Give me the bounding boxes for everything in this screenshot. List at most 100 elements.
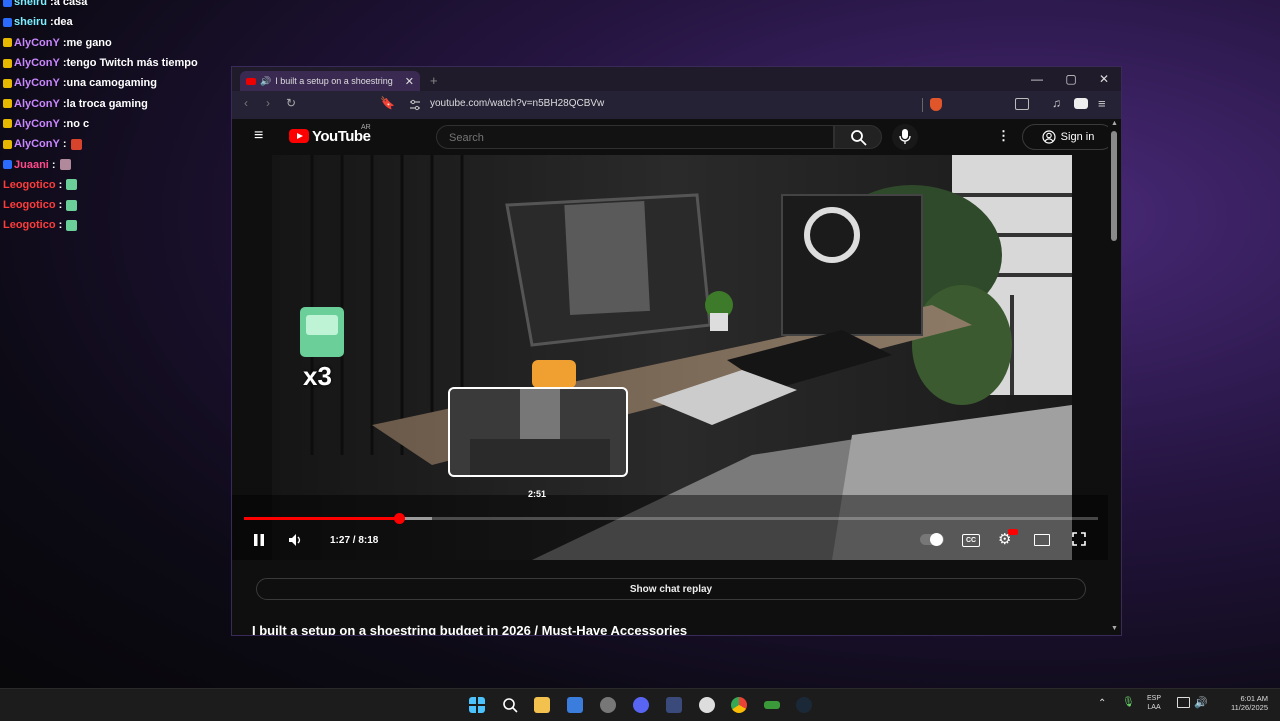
store-icon[interactable] <box>567 697 583 713</box>
start-button-icon[interactable] <box>469 697 485 713</box>
divider <box>922 98 923 112</box>
browser-tab-active[interactable]: 🔊 I built a setup on a shoestring ✕ <box>240 71 420 91</box>
maximize-button[interactable]: ▢ <box>1054 69 1088 89</box>
chat-username[interactable]: AlyConY <box>14 57 60 69</box>
chat-username[interactable]: Leogotico <box>3 179 56 191</box>
search-taskbar-icon[interactable] <box>502 697 518 713</box>
chat-badge-icon <box>3 160 12 170</box>
steam-icon[interactable] <box>796 697 812 713</box>
page-scrollbar[interactable]: ▲ ▼ <box>1108 119 1121 635</box>
forward-icon[interactable]: › <box>266 96 270 110</box>
scroll-down-icon[interactable]: ▼ <box>1111 625 1118 632</box>
bookmark-icon[interactable]: 🔖 <box>380 96 395 110</box>
chat-message: AlyConY: una camogaming <box>0 73 240 93</box>
captions-icon[interactable]: CC <box>962 534 980 547</box>
chat-message: Leogotico: <box>0 175 240 195</box>
menu-icon[interactable]: ≡ <box>1098 96 1106 111</box>
tray-overflow-icon[interactable]: ⌃ <box>1098 698 1106 709</box>
network-icon[interactable] <box>1177 697 1190 708</box>
tab-bar: 🔊 I built a setup on a shoestring ✕ + — … <box>232 67 1121 91</box>
more-options-icon[interactable]: ⋮ <box>997 128 1010 144</box>
chat-username[interactable]: Leogotico <box>3 199 56 211</box>
show-chat-replay-button[interactable]: Show chat replay <box>256 578 1086 600</box>
language-indicator[interactable]: ESP LAA <box>1147 694 1161 712</box>
chrome-icon[interactable] <box>731 697 747 713</box>
chat-message: AlyConY: me gano <box>0 33 240 53</box>
sidebar-toggle-icon[interactable] <box>1015 98 1029 110</box>
back-icon[interactable]: ‹ <box>244 96 248 110</box>
youtube-logo-icon[interactable] <box>289 129 309 143</box>
chat-separator: : <box>51 158 56 171</box>
chat-username[interactable]: Leogotico <box>3 219 56 231</box>
chat-username[interactable]: sheiru <box>14 0 47 8</box>
voice-search-button[interactable] <box>892 124 918 150</box>
chat-username[interactable]: AlyConY <box>14 98 60 110</box>
wallet-icon[interactable] <box>1074 98 1088 109</box>
file-explorer-icon[interactable] <box>534 697 550 713</box>
video-player[interactable]: x3 2:51 1:27 / 8:18 CC ⚙ <box>232 155 1108 560</box>
discord-icon[interactable] <box>633 697 649 713</box>
microphone-icon <box>899 129 911 144</box>
settings-taskbar-icon[interactable] <box>699 697 715 713</box>
chat-text: dea <box>53 16 73 29</box>
site-settings-icon[interactable] <box>409 99 421 111</box>
chat-overlay: sheiru: a casa sheiru: dea AlyConY: me gan… <box>0 0 240 236</box>
scroll-up-icon[interactable]: ▲ <box>1111 120 1118 127</box>
guide-menu-icon[interactable]: ≡ <box>254 127 263 145</box>
scroll-thumb[interactable] <box>1111 131 1117 241</box>
video-frame <box>232 155 1108 560</box>
theater-mode-icon[interactable] <box>1034 534 1050 546</box>
sign-in-button[interactable]: Sign in <box>1022 124 1114 150</box>
chat-badge-icon <box>3 119 12 129</box>
chat-username[interactable]: AlyConY <box>14 118 60 130</box>
chat-emote-icon <box>66 199 78 211</box>
search-input[interactable] <box>447 131 811 145</box>
chat-emote-icon <box>66 219 78 231</box>
fullscreen-icon[interactable] <box>1072 532 1086 546</box>
chat-separator: : <box>58 178 63 191</box>
speaker-icon[interactable]: 🔊 <box>260 76 271 87</box>
minimize-button[interactable]: — <box>1020 69 1054 89</box>
region-code: AR <box>361 124 371 131</box>
tab-title: I built a setup on a shoestring <box>275 76 393 86</box>
app-icon[interactable] <box>600 697 616 713</box>
taskbar: ⌃ 🎙 ESP LAA 🔊 6:01 AM 11/26/2025 <box>0 688 1280 721</box>
new-tab-button[interactable]: + <box>430 73 438 88</box>
chat-text: no c <box>66 117 90 130</box>
media-icon[interactable]: ♫ <box>1052 96 1061 110</box>
chat-badge-icon <box>3 78 12 88</box>
microphone-tray-icon[interactable]: 🎙 <box>1122 697 1135 708</box>
chat-message: sheiru: dea <box>0 12 240 32</box>
chat-text: tengo Twitch más tiempo <box>66 57 198 70</box>
chat-badge-icon <box>3 58 12 68</box>
progress-bar[interactable] <box>244 513 1098 524</box>
reload-icon[interactable]: ↻ <box>286 96 296 110</box>
chat-message: sheiru: a casa <box>0 0 240 12</box>
chat-username[interactable]: AlyConY <box>14 77 60 89</box>
chat-message: AlyConY: no c <box>0 114 240 134</box>
seek-preview-time: 2:51 <box>528 489 547 499</box>
bmo-emote-overlay <box>300 307 344 357</box>
search-button[interactable] <box>834 125 882 149</box>
chat-message: Leogotico: <box>0 215 240 235</box>
close-window-button[interactable]: ✕ <box>1087 69 1121 89</box>
chat-username[interactable]: Juaani <box>14 159 49 171</box>
tab-close-button[interactable]: ✕ <box>405 75 414 88</box>
brave-shield-icon[interactable] <box>930 98 942 111</box>
hd-badge <box>1008 529 1018 535</box>
volume-tray-icon[interactable]: 🔊 <box>1194 696 1208 709</box>
clock[interactable]: 6:01 AM 11/26/2025 <box>1214 694 1268 712</box>
autoplay-toggle[interactable] <box>920 533 944 546</box>
clock-time: 6:01 AM <box>1240 694 1268 703</box>
brave-browser-icon[interactable] <box>666 697 682 713</box>
chat-username[interactable]: AlyConY <box>14 37 60 49</box>
pause-icon[interactable] <box>252 533 266 547</box>
chat-text: a casa <box>53 0 88 9</box>
url-field[interactable]: youtube.com/watch?v=n5BH28QCBVw <box>430 98 604 109</box>
app-green-icon[interactable] <box>764 701 780 709</box>
volume-icon[interactable] <box>288 533 304 547</box>
chat-username[interactable]: sheiru <box>14 16 47 28</box>
search-box[interactable] <box>436 125 834 149</box>
chat-username[interactable]: AlyConY <box>14 138 60 150</box>
chat-text: una camogaming <box>66 77 157 90</box>
